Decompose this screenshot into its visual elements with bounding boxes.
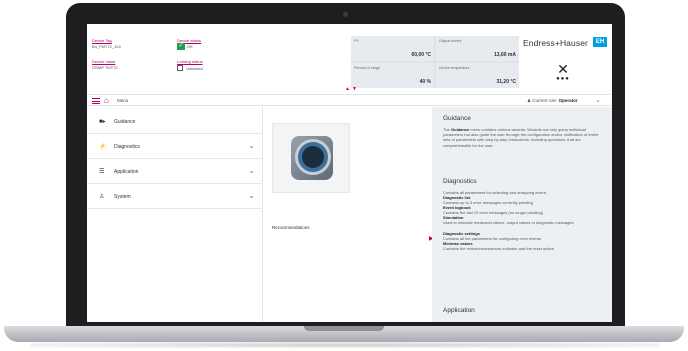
device-header: Device Tag B4_FMT72_124 Device name iTEM… bbox=[87, 24, 612, 92]
sidebar-menu: ■▸ Guidance ⚡ Diagnostics ⌄ ☰ Applicatio… bbox=[87, 107, 263, 322]
device-tag-label[interactable]: Device Tag bbox=[92, 38, 112, 43]
measurement-percent-of-range: Percent of range 40 % bbox=[351, 63, 434, 88]
measurement-label: PV bbox=[354, 39, 359, 43]
device-display bbox=[302, 146, 324, 168]
device-tag-value: B4_FMT72_124 bbox=[92, 44, 121, 49]
laptop-mockup: Device Tag B4_FMT72_124 Device name iTEM… bbox=[0, 0, 688, 351]
diagnostics-heading: Diagnostics bbox=[443, 178, 477, 185]
measurement-value: 31,20 °C bbox=[496, 79, 516, 85]
device-name-label[interactable]: Device name bbox=[92, 59, 115, 64]
measurement-value: 60,00 °C bbox=[411, 52, 431, 58]
role-value: Operator bbox=[558, 98, 578, 103]
breadcrumb[interactable]: Menu bbox=[117, 98, 128, 103]
role-prefix: Current role: bbox=[532, 98, 558, 103]
measurement-device-temperature: Device temperature 31,20 °C bbox=[436, 63, 519, 88]
laptop-shadow bbox=[30, 342, 660, 348]
camera-icon bbox=[343, 12, 348, 17]
measurement-pv: PV 60,00 °C bbox=[351, 36, 434, 61]
measurement-label: Percent of range bbox=[354, 66, 380, 70]
navigation-bar: ⌂ Menu ♟ Current role: Operator ⌄ bbox=[87, 94, 612, 106]
guidance-text: The Guidance menu contains various wizar… bbox=[443, 127, 599, 148]
guidance-heading: Guidance bbox=[443, 115, 471, 122]
status-ok-icon: ✓ bbox=[177, 43, 185, 50]
laptop-base bbox=[4, 326, 684, 342]
measurement-value: 13,60 mA bbox=[494, 52, 516, 58]
measurement-label: Output current bbox=[439, 39, 462, 43]
sidebar-item-label: Guidance bbox=[114, 119, 136, 125]
diag-item-desc: Contains the last 10 error messages (no … bbox=[443, 210, 544, 215]
role-selector[interactable]: ♟ Current role: Operator bbox=[527, 98, 578, 104]
help-panel: Guidance The Guidance menu contains vari… bbox=[432, 107, 612, 322]
guidance-icon: ■▸ bbox=[99, 119, 106, 125]
sidebar-item-application[interactable]: ☰ Application ⌄ bbox=[87, 160, 263, 184]
measurement-output-current: Output current 13,60 mA bbox=[436, 36, 519, 61]
recommendations-label[interactable]: Recommendations bbox=[272, 225, 310, 230]
home-icon[interactable]: ⌂ bbox=[104, 96, 109, 106]
diag-item-desc: Used to simulate measured values, output… bbox=[443, 220, 574, 225]
system-icon: ♙ bbox=[99, 194, 105, 200]
app-screen: Device Tag B4_FMT72_124 Device name iTEM… bbox=[87, 24, 612, 322]
chevron-down-icon[interactable]: ⌄ bbox=[595, 96, 601, 104]
sidebar-item-label: System bbox=[114, 194, 131, 200]
laptop-notch bbox=[304, 326, 384, 331]
application-icon: ☰ bbox=[99, 169, 105, 175]
chevron-down-icon: ⌄ bbox=[248, 166, 255, 175]
locking-status-label[interactable]: Locking status bbox=[177, 59, 203, 64]
sidebar-item-guidance[interactable]: ■▸ Guidance bbox=[87, 110, 263, 134]
device-image[interactable] bbox=[272, 123, 350, 193]
hamburger-menu-icon[interactable] bbox=[92, 98, 100, 104]
chevron-down-icon: ⌄ bbox=[248, 141, 255, 150]
measurement-label: Device temperature bbox=[439, 66, 470, 70]
unlock-icon bbox=[177, 65, 183, 71]
collapse-header-arrows-icon[interactable]: ▲▼ bbox=[345, 86, 359, 92]
diagnostics-icon: ⚡ bbox=[99, 144, 107, 150]
brand-badge: EH bbox=[593, 37, 607, 47]
sidebar-item-system[interactable]: ♙ System ⌄ bbox=[87, 185, 263, 209]
measurement-value: 40 % bbox=[419, 79, 431, 85]
sidebar-item-diagnostics[interactable]: ⚡ Diagnostics ⌄ bbox=[87, 135, 263, 159]
device-dots-icon: ●●● bbox=[556, 76, 570, 82]
locking-status-value: Unlocked bbox=[186, 66, 203, 71]
sidebar-item-label: Diagnostics bbox=[114, 144, 140, 150]
diag-item-desc: Contains the minimum/maximum indicator a… bbox=[443, 246, 554, 251]
application-heading: Application bbox=[443, 307, 475, 314]
content-area: Recommendations ▶ bbox=[264, 107, 434, 322]
measurement-grid: PV 60,00 °C Output current 13,60 mA Perc… bbox=[351, 36, 519, 88]
sidebar-item-label: Application bbox=[114, 169, 139, 175]
device-status-value: OK bbox=[187, 44, 193, 49]
chevron-down-icon: ⌄ bbox=[248, 191, 255, 200]
brand-logo: Endress+Hauser bbox=[523, 38, 588, 48]
device-name-value: iTEMP TMT72 bbox=[92, 65, 118, 70]
